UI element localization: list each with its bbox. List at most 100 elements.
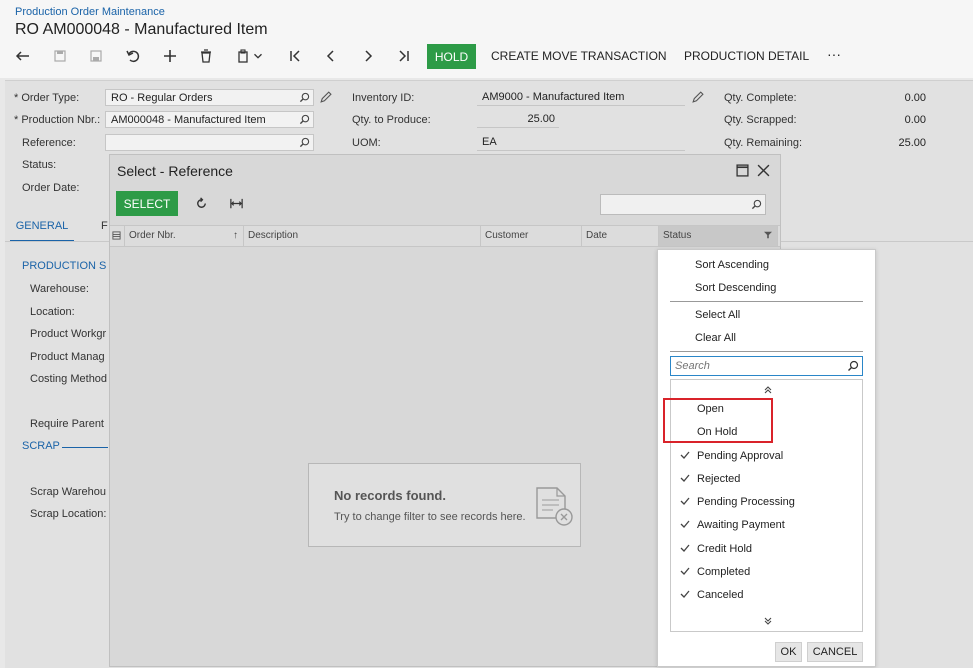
inventory-id-label: Inventory ID: [352,92,415,104]
dialog-search-input[interactable] [600,194,766,215]
filter-icon[interactable] [764,231,772,239]
filter-search-input[interactable] [675,358,843,374]
select-button[interactable]: SELECT [116,191,178,216]
qty-remaining-value: 25.00 [898,137,926,149]
scrap-section-rule [62,447,108,448]
menu-separator [670,351,863,352]
page-header: Production Order Maintenance RO AM000048… [0,0,973,78]
option-label: Awaiting Payment [697,519,785,531]
clear-all-item[interactable]: Clear All [695,332,736,344]
filter-option-pending-approval[interactable]: Pending Approval [671,446,862,468]
previous-record-icon[interactable] [319,44,343,68]
qty-remaining-label: Qty. Remaining: [724,137,803,149]
column-status[interactable]: Status [659,226,778,246]
search-icon[interactable] [299,114,310,125]
grid-settings-icon[interactable] [112,231,121,240]
edit-pencil-icon[interactable] [691,91,704,104]
inventory-id-field[interactable]: AM9000 - Manufactured Item [477,89,685,106]
option-label: Pending Approval [697,450,784,462]
no-records-hint: Try to change filter to see records here… [334,511,526,523]
production-nbr-label: * Production Nbr.: [14,114,101,126]
reference-label: Reference: [22,137,76,149]
breadcrumb[interactable]: Production Order Maintenance [15,6,165,18]
cancel-button[interactable]: CANCEL [807,642,863,662]
uom-label: UOM: [352,137,381,149]
sort-descending-item[interactable]: Sort Descending [695,282,776,294]
column-order-nbr-label: Order Nbr. [129,230,176,241]
scroll-down-icon[interactable] [763,616,773,626]
highlight-annotation-box [663,398,773,443]
qty-to-produce-label: Qty. to Produce: [352,114,431,126]
checkmark-icon [680,544,690,552]
ok-button[interactable]: OK [775,642,802,662]
filter-option-pending-processing[interactable]: Pending Processing [671,492,862,514]
checkmark-icon [680,497,690,505]
column-description[interactable]: Description [244,226,481,246]
save-close-disabled-icon[interactable] [84,44,108,68]
edit-pencil-icon[interactable] [319,91,332,104]
filter-option-awaiting-payment[interactable]: Awaiting Payment [671,515,862,537]
more-options-button[interactable]: ··· [827,46,841,62]
next-record-icon[interactable] [356,44,380,68]
filter-option-credit-hold[interactable]: Credit Hold [671,539,862,561]
column-order-nbr[interactable]: Order Nbr. ↑ [125,226,244,246]
refresh-icon[interactable] [194,196,209,211]
column-settings[interactable] [110,226,125,246]
no-records-document-icon [536,487,573,526]
create-move-transaction-button[interactable]: CREATE MOVE TRANSACTION [491,49,667,63]
scrap-warehouse-label: Scrap Warehou [30,486,107,498]
delete-icon[interactable] [194,44,218,68]
search-icon[interactable] [299,137,310,148]
qty-scrapped-value: 0.00 [904,114,926,126]
close-icon[interactable] [757,164,770,177]
search-icon[interactable] [751,199,762,210]
filter-search-field[interactable] [670,356,863,376]
scroll-up-icon[interactable] [763,385,773,395]
filter-option-canceled[interactable]: Canceled [671,585,862,607]
sort-up-icon: ↑ [233,230,238,241]
status-label: Status: [22,159,57,171]
hold-button[interactable]: HOLD [427,44,476,69]
option-label: Completed [697,566,751,578]
production-detail-button[interactable]: PRODUCTION DETAIL [684,49,809,63]
back-icon[interactable] [11,44,35,68]
order-type-label: * Order Type: [14,92,80,104]
chevron-down-icon[interactable] [251,44,265,68]
save-disabled-icon[interactable] [48,44,72,68]
checkmark-icon [680,567,690,575]
qty-to-produce-field[interactable]: 25.00 [477,111,559,128]
qty-scrapped-label: Qty. Scrapped: [724,114,797,126]
tab-general[interactable]: GENERAL [10,220,74,242]
scrap-location-label: Scrap Location: [30,508,107,520]
column-status-label: Status [663,230,692,241]
require-parent-label: Require Parent [30,418,104,430]
checkmark-icon [680,474,690,482]
checkmark-icon [680,590,690,598]
search-icon[interactable] [847,360,859,372]
column-date[interactable]: Date [582,226,659,246]
maximize-icon[interactable] [736,164,749,177]
uom-field[interactable]: EA [477,134,685,151]
filter-option-completed[interactable]: Completed [671,562,862,584]
first-record-icon[interactable] [283,44,307,68]
search-icon[interactable] [299,92,310,103]
select-all-item[interactable]: Select All [695,309,740,321]
sort-ascending-item[interactable]: Sort Ascending [695,259,769,271]
page-title: RO AM000048 - Manufactured Item [15,21,268,38]
add-icon[interactable] [158,44,182,68]
status-filter-menu: Sort Ascending Sort Descending Select Al… [657,249,876,667]
fit-columns-icon[interactable] [229,196,244,211]
order-type-field[interactable]: RO - Regular Orders [105,89,314,106]
production-nbr-field[interactable]: AM000048 - Manufactured Item [105,111,314,128]
costing-method-label: Costing Method [30,373,108,385]
filter-option-rejected[interactable]: Rejected [671,469,862,491]
order-type-value: RO - Regular Orders [111,92,213,104]
undo-icon[interactable] [121,44,145,68]
column-customer[interactable]: Customer [481,226,582,246]
last-record-icon[interactable] [392,44,416,68]
production-nbr-value: AM000048 - Manufactured Item [111,114,266,126]
qty-complete-label: Qty. Complete: [724,92,797,104]
scrap-section-title: SCRAP [22,440,60,452]
tab-partial[interactable]: F [101,220,108,232]
reference-field[interactable] [105,134,314,151]
